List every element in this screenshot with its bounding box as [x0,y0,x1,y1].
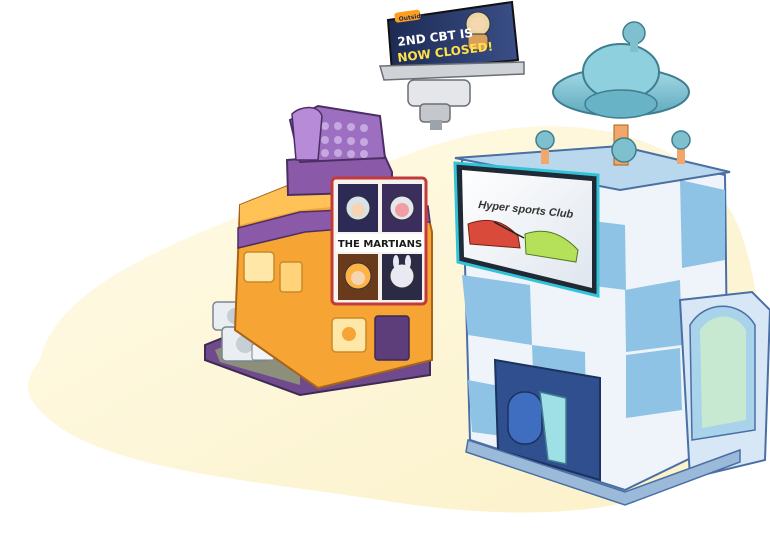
billboard[interactable]: Outside 2ND CBT IS NOW CLOSED! [379,0,525,130]
sports-club-door[interactable] [507,391,543,445]
martians-door[interactable] [374,315,410,361]
game-scene: Outside 2ND CBT IS NOW CLOSED! THE MARTI… [28,0,770,513]
martians-shop[interactable]: THE MARTIANS [204,104,433,397]
martians-sign-title: THE MARTIANS [338,239,422,250]
sports-club[interactable]: Hyper sports Club [453,21,770,506]
